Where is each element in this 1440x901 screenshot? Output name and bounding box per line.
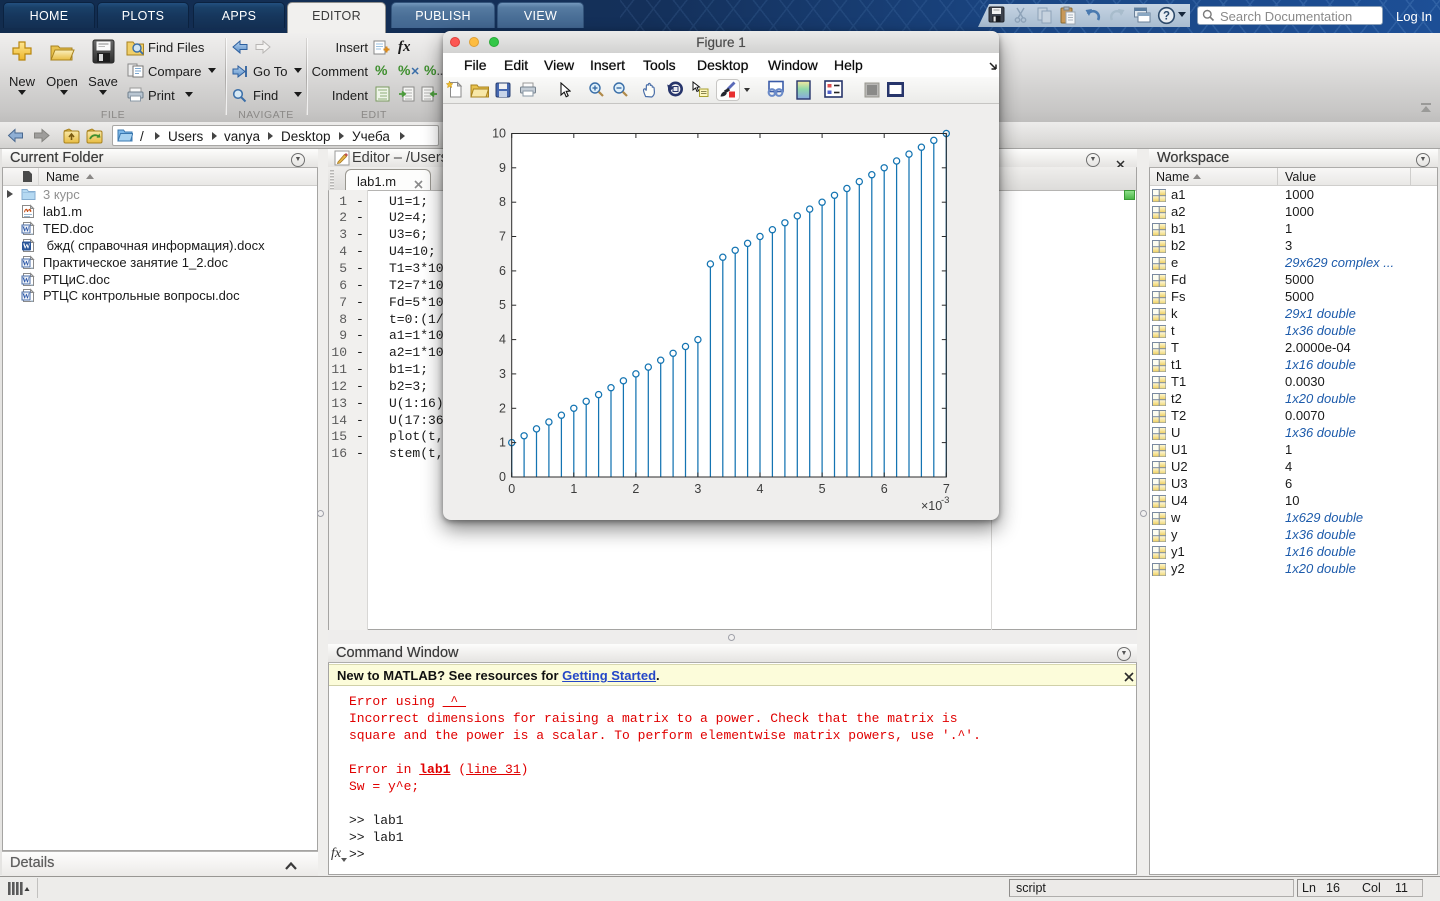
svg-text:4: 4	[757, 482, 764, 496]
svg-text:0: 0	[508, 482, 515, 496]
svg-text:7: 7	[499, 230, 506, 244]
svg-text:?: ?	[1163, 11, 1170, 23]
svg-text:1: 1	[499, 436, 506, 450]
svg-text:×10: ×10	[921, 499, 942, 513]
svg-text:8: 8	[499, 195, 506, 209]
svg-text:0: 0	[499, 470, 506, 484]
svg-text:4: 4	[499, 333, 506, 347]
svg-text:1: 1	[570, 482, 577, 496]
svg-text:3: 3	[694, 482, 701, 496]
svg-text:6: 6	[499, 264, 506, 278]
svg-text:W: W	[23, 241, 31, 250]
svg-text:9: 9	[499, 161, 506, 175]
svg-text:W: W	[22, 224, 30, 233]
svg-text:2: 2	[632, 482, 639, 496]
svg-text:2: 2	[499, 401, 506, 415]
svg-text:3: 3	[499, 367, 506, 381]
svg-text:W: W	[22, 292, 30, 301]
svg-text:7: 7	[943, 482, 950, 496]
svg-text:10: 10	[492, 127, 506, 141]
svg-text:W: W	[22, 258, 30, 267]
svg-text:W: W	[22, 275, 30, 284]
svg-text:-3: -3	[941, 495, 949, 506]
svg-text:5: 5	[819, 482, 826, 496]
svg-text:5: 5	[499, 298, 506, 312]
svg-text:6: 6	[881, 482, 888, 496]
